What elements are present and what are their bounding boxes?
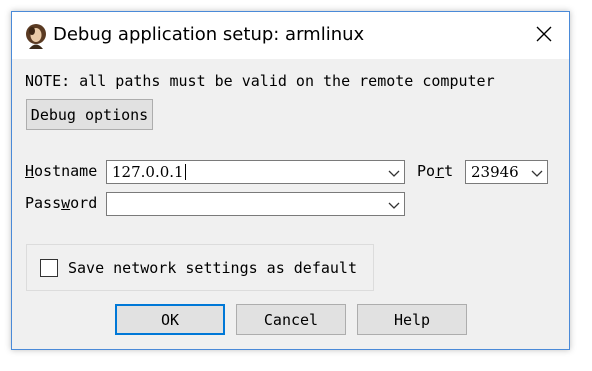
chevron-down-icon [388, 163, 400, 182]
help-button[interactable]: Help [357, 304, 467, 335]
cancel-button[interactable]: Cancel [236, 304, 346, 335]
close-button[interactable] [527, 20, 561, 52]
hostname-dropdown-arrow[interactable] [386, 161, 402, 183]
save-network-settings-label[interactable]: Save network settings as default [68, 259, 357, 277]
ok-button[interactable]: OK [115, 304, 225, 335]
port-combo[interactable]: 23946 [465, 160, 548, 184]
close-icon [536, 26, 552, 46]
title-bar: Debug application setup: armlinux [12, 12, 569, 59]
paths-note: NOTE: all paths must be valid on the rem… [25, 72, 495, 90]
hostname-label: Hostname [25, 162, 98, 180]
password-combo[interactable] [106, 192, 405, 216]
chevron-down-icon [388, 195, 400, 214]
port-dropdown-arrow[interactable] [529, 161, 545, 183]
hostname-combo[interactable]: 127.0.0.1 [106, 160, 405, 184]
save-network-settings-checkbox[interactable] [40, 259, 58, 277]
portrait-icon [24, 23, 48, 49]
hostname-value: 127.0.0.1 [112, 163, 186, 181]
debug-setup-dialog: Debug application setup: armlinux NOTE: … [11, 11, 570, 350]
password-dropdown-arrow[interactable] [386, 193, 402, 215]
password-label: Password [25, 194, 98, 212]
debug-options-button[interactable]: Debug options [26, 99, 153, 130]
port-value: 23946 [471, 163, 519, 181]
chevron-down-icon [531, 163, 543, 182]
network-settings-group: Save network settings as default [26, 244, 374, 291]
port-label: Port [417, 162, 454, 180]
window-title: Debug application setup: armlinux [53, 24, 365, 45]
